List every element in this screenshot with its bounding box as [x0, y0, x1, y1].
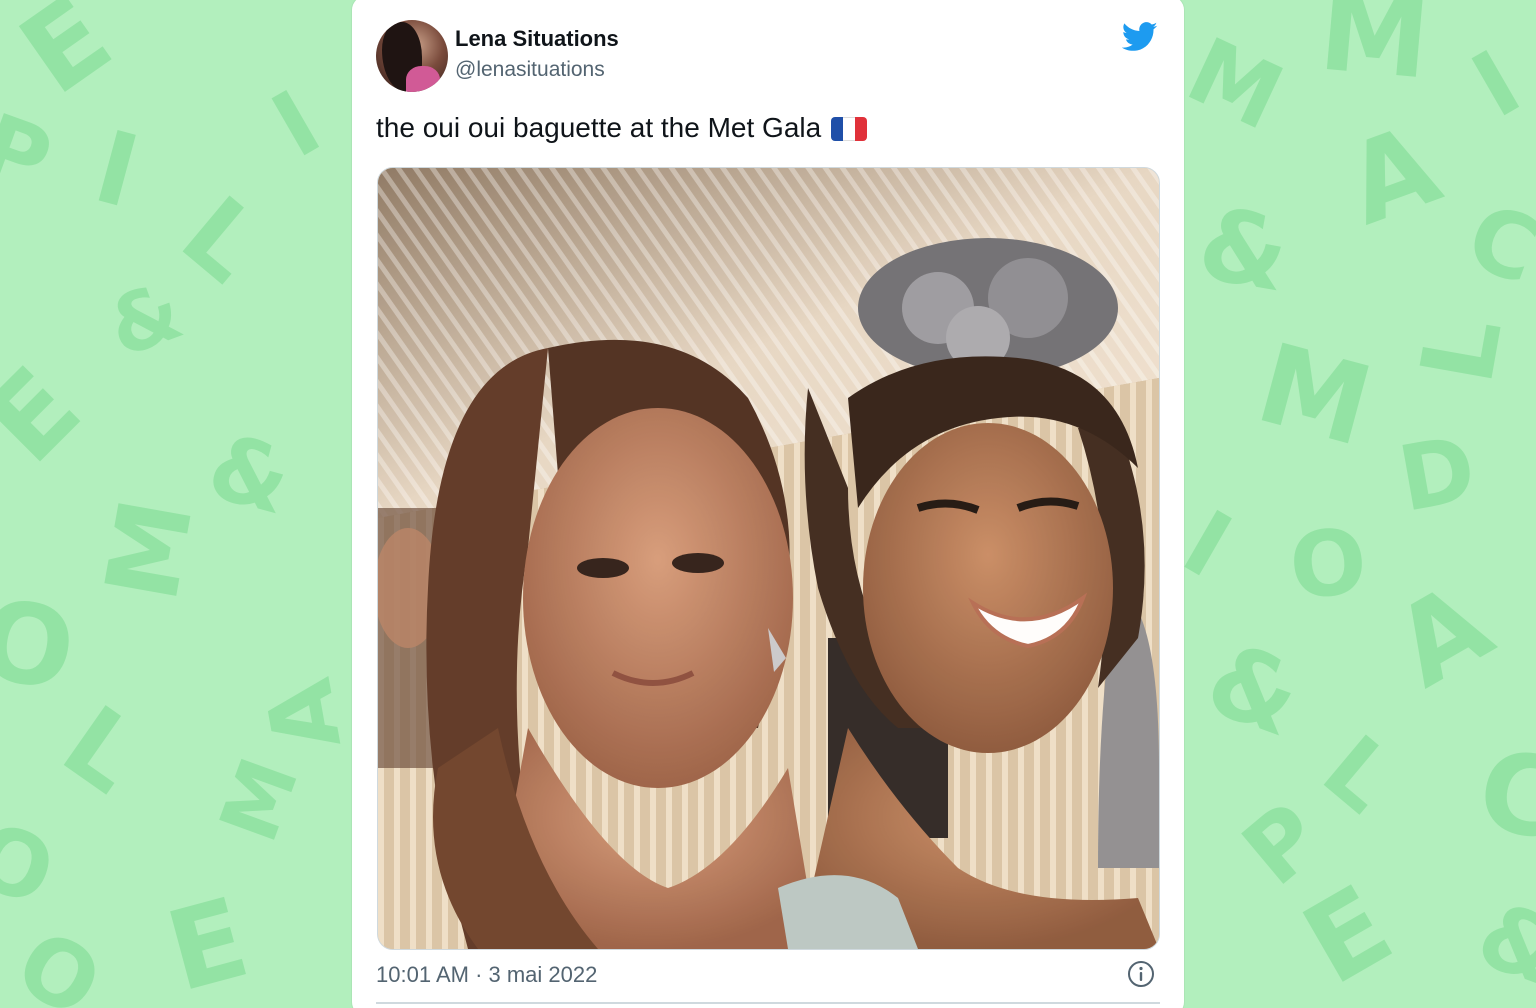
- background-letter: I: [1455, 30, 1536, 139]
- background-letter: L: [1303, 715, 1415, 834]
- background-letter: I: [255, 70, 338, 179]
- tweet-divider: [376, 1002, 1160, 1004]
- background-letter: L: [42, 683, 162, 816]
- background-letter: &: [1190, 184, 1297, 315]
- tweet-card: Lena Situations @lenasituations the oui …: [352, 0, 1184, 1008]
- french-flag-icon: [831, 117, 868, 141]
- author-avatar[interactable]: [376, 20, 448, 92]
- tweet-text: the oui oui baguette at the Met Gala: [376, 112, 868, 144]
- tweet-timestamp[interactable]: 10:01 AM · 3 mai 2022: [376, 962, 597, 988]
- background-letter: M: [202, 746, 317, 854]
- background-letter: A: [246, 671, 363, 759]
- background-letter: M: [1172, 18, 1298, 152]
- tweet-photo[interactable]: [377, 167, 1160, 950]
- background-letter: M: [1245, 319, 1385, 471]
- flag-white-stripe: [843, 117, 856, 141]
- background-letter: D: [1391, 416, 1484, 533]
- background-letter: &: [1192, 619, 1315, 760]
- background-letter: C: [1469, 724, 1536, 866]
- background-letter: O: [0, 573, 84, 717]
- author-handle[interactable]: @lenasituations: [455, 58, 605, 82]
- avatar-clothing: [406, 66, 440, 92]
- background-letter: O: [0, 909, 118, 1008]
- background-letter: O: [1285, 508, 1371, 621]
- background-letter: O: [0, 802, 68, 927]
- author-name[interactable]: Lena Situations: [455, 26, 619, 52]
- background-letter: L: [1398, 308, 1525, 392]
- background-letter: E: [1283, 860, 1413, 1008]
- background-letter: A: [1373, 558, 1512, 712]
- flag-red-stripe: [855, 117, 868, 141]
- flag-blue-stripe: [831, 117, 844, 141]
- background-letter: M: [83, 490, 216, 610]
- background-letter: A: [1330, 100, 1455, 250]
- background-letter: E: [154, 873, 261, 1008]
- tweet-text-content: the oui oui baguette at the Met Gala: [376, 112, 822, 143]
- twitter-bird-icon[interactable]: [1122, 22, 1158, 52]
- background-letter: I: [83, 108, 150, 231]
- info-icon[interactable]: [1127, 960, 1155, 988]
- background-letter: E: [0, 343, 105, 487]
- background-letter: E: [0, 0, 134, 119]
- selfie-photo-illustration: [378, 168, 1159, 949]
- background-letter: C: [1454, 183, 1536, 306]
- background-letter: &: [1464, 881, 1536, 1008]
- background-letter: L: [160, 174, 285, 305]
- background-letter: P: [0, 93, 65, 216]
- background-letter: M: [1314, 0, 1435, 104]
- background-letter: &: [96, 263, 194, 376]
